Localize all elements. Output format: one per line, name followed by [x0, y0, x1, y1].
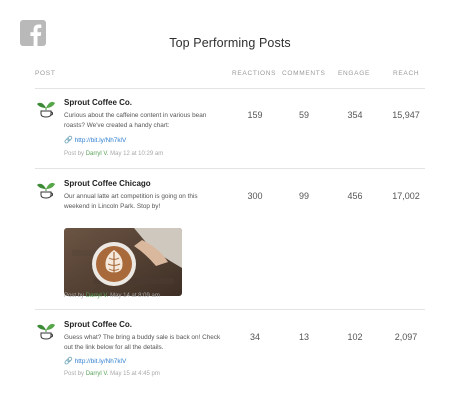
avatar: [35, 320, 57, 342]
stat-engage: 354: [347, 110, 363, 120]
page-title: Top Performing Posts: [169, 36, 291, 50]
meta-prefix: Post by: [64, 371, 85, 377]
stat-comments: 59: [298, 110, 309, 120]
stat-engage: 456: [347, 191, 363, 201]
post-meta: Post by Darryl V. May 15 at 4:45 pm: [64, 371, 160, 377]
post-message: Curious about the caffeine content in va…: [64, 112, 207, 129]
post-author[interactable]: Sprout Coffee Co.: [64, 320, 132, 329]
meta-date: May 15 at 4:45 pm: [110, 371, 160, 377]
column-comments[interactable]: COMMENTS: [282, 70, 326, 77]
stat-engage: 102: [347, 332, 363, 342]
table-row: Sprout Coffee Chicago Our annual latte a…: [35, 179, 425, 310]
post-link-text[interactable]: http://bit.ly/Nh7klV: [75, 358, 127, 365]
stat-reach: 17,002: [392, 191, 420, 201]
stat-comments: 13: [298, 332, 309, 342]
post-meta: Post by Darryl V. May 14 at 8:09 am: [64, 293, 160, 299]
post-link[interactable]: 🔗 http://bit.ly/Nh7klV: [64, 136, 126, 144]
stat-reach: 15,947: [392, 110, 420, 120]
table-header: POST REACTIONS COMMENTS ENGAGE REACH: [35, 66, 425, 89]
table-row: Sprout Coffee Co. Guess what? The bring …: [35, 320, 425, 384]
stat-reactions: 34: [249, 332, 260, 342]
post-image-latte-art[interactable]: [64, 228, 182, 296]
meta-prefix: Post by: [64, 151, 85, 157]
post-author[interactable]: Sprout Coffee Chicago: [64, 179, 151, 188]
stat-comments: 99: [298, 191, 309, 201]
post-meta: Post by Darryl V. May 12 at 10:29 am: [64, 151, 163, 157]
meta-author[interactable]: Darryl V.: [86, 151, 109, 157]
column-reactions[interactable]: REACTIONS: [232, 70, 276, 77]
column-reach[interactable]: REACH: [393, 70, 419, 77]
meta-prefix: Post by: [64, 293, 85, 299]
post-author[interactable]: Sprout Coffee Co.: [64, 98, 132, 107]
meta-date: May 12 at 10:29 am: [110, 151, 164, 157]
meta-author[interactable]: Darryl V.: [86, 371, 109, 377]
table-row: Sprout Coffee Co. Curious about the caff…: [35, 98, 425, 169]
post-link-text[interactable]: http://bit.ly/Nh7klV: [75, 137, 127, 144]
post-link[interactable]: 🔗 http://bit.ly/Nh7klV: [64, 357, 126, 365]
avatar: [35, 98, 57, 120]
stat-reach: 2,097: [394, 332, 418, 342]
column-post: POST: [35, 70, 56, 77]
post-message: Our annual latte art competition is goin…: [64, 193, 198, 210]
avatar: [35, 179, 57, 201]
link-icon: 🔗: [64, 137, 73, 144]
meta-author[interactable]: Darryl V.: [86, 293, 109, 299]
link-icon: 🔗: [64, 358, 73, 365]
stat-reactions: 300: [247, 191, 263, 201]
stat-reactions: 159: [247, 110, 263, 120]
meta-date: May 14 at 8:09 am: [110, 293, 160, 299]
column-engage[interactable]: ENGAGE: [338, 70, 370, 77]
post-message: Guess what? The bring a buddy sale is ba…: [64, 334, 221, 351]
